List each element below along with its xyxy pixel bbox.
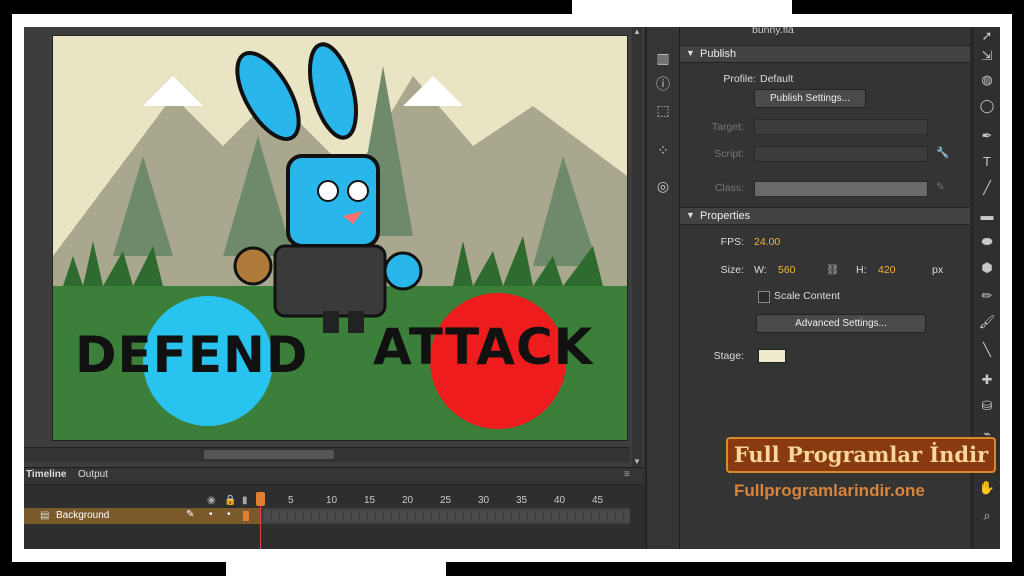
frame-number: 25	[440, 495, 452, 506]
transform-icon[interactable]: ⬚	[654, 101, 672, 119]
size-label: Size:	[720, 264, 744, 276]
frame-number: 45	[592, 495, 604, 506]
class-label: Class:	[714, 182, 744, 194]
target-select[interactable]	[754, 119, 928, 135]
advanced-settings-button[interactable]: Advanced Settings...	[756, 314, 926, 333]
units-label: px	[932, 264, 944, 276]
defend-label: DEFEND	[75, 326, 309, 384]
oval-icon[interactable]: ⬬	[978, 233, 996, 251]
polystar-icon[interactable]: ⬢	[978, 259, 996, 277]
subselection-icon[interactable]: ⇲	[978, 47, 996, 65]
line-icon[interactable]: ╱	[978, 179, 996, 197]
timeline-tabs: Timeline Output ≡	[24, 468, 644, 485]
edit-class-icon[interactable]: ✎	[936, 181, 945, 193]
tab-output[interactable]: Output	[78, 469, 108, 480]
profile-label: Profile:	[723, 73, 756, 85]
lock-dot-icon[interactable]: •	[227, 509, 231, 520]
stage-horizontal-scrollbar[interactable]	[24, 447, 630, 462]
publish-settings-button[interactable]: Publish Settings...	[754, 89, 866, 108]
layer-name: Background	[56, 510, 110, 521]
frame-number: 15	[364, 495, 376, 506]
stage-canvas[interactable]: DEFEND ATTACK	[52, 35, 628, 441]
rectangle-icon[interactable]: ▬	[978, 207, 996, 225]
width-label: W:	[754, 264, 767, 276]
cc-libraries-icon[interactable]: ◎	[654, 177, 672, 195]
script-select[interactable]	[754, 146, 928, 162]
stage-color-swatch[interactable]	[758, 349, 786, 363]
3d-rotation-icon[interactable]: ◍	[978, 71, 996, 89]
hand-icon[interactable]: ✋	[978, 479, 996, 497]
panel-menu-icon[interactable]: ≡	[624, 469, 630, 480]
selection-icon[interactable]: ➚	[978, 27, 996, 45]
attack-label: ATTACK	[373, 318, 594, 376]
height-value[interactable]: 420	[878, 264, 896, 276]
paint-brush-icon[interactable]: 🖌	[978, 313, 996, 331]
stage-vertical-scrollbar[interactable]: ▲ ▼	[632, 27, 642, 467]
watermark-url: Fullprogramlarindir.one	[734, 481, 925, 500]
layer-color-swatch[interactable]	[243, 511, 249, 521]
properties-header-label: Properties	[700, 210, 751, 222]
frame-number: 30	[478, 495, 490, 506]
timeline-panel: Timeline Output ≡ ◉ 🔒 ▮ 1 5 10 15 20 25 …	[24, 467, 644, 549]
lock-icon[interactable]: 🔒	[224, 495, 236, 506]
playhead[interactable]	[256, 492, 265, 506]
info-icon[interactable]: ⓘ	[654, 75, 672, 93]
color-icon[interactable]: ⁘	[654, 141, 672, 159]
publish-section-header[interactable]: ▼ Publish	[680, 45, 970, 63]
scroll-down-icon[interactable]: ▼	[632, 457, 642, 467]
frame-top-tab	[572, 0, 792, 14]
bone-icon[interactable]: ✚	[978, 371, 996, 389]
stage-area: DEFEND ATTACK ▲ ▼	[24, 27, 644, 467]
lasso-icon[interactable]: ◯	[978, 97, 996, 115]
profile-value: Default	[760, 73, 794, 85]
frame-number: 5	[288, 495, 294, 506]
script-label: Script:	[714, 148, 744, 160]
tab-timeline[interactable]: Timeline	[26, 469, 66, 480]
text-icon[interactable]: T	[978, 153, 996, 171]
frame-number: 35	[516, 495, 528, 506]
frame-number: 10	[326, 495, 338, 506]
height-label: H:	[856, 264, 867, 276]
layer-icon: ▤	[40, 510, 50, 521]
scale-content-checkbox[interactable]	[758, 291, 770, 303]
frame-bottom-tab	[226, 562, 446, 576]
publish-header-label: Publish	[700, 48, 737, 60]
frame-number: 40	[554, 495, 566, 506]
eye-icon[interactable]: ◉	[207, 495, 216, 506]
properties-section-header[interactable]: ▼ Properties	[680, 207, 970, 225]
pencil-icon[interactable]: ✏	[978, 287, 996, 305]
link-constrain-icon[interactable]: ⛓	[826, 263, 839, 276]
outline-icon[interactable]: ▮	[242, 495, 248, 506]
target-label: Target:	[711, 121, 744, 133]
frame-cells[interactable]	[264, 510, 630, 522]
panel-icon-strip: ▥ ⓘ ⬚ ⁘ ◎	[646, 27, 680, 549]
stage-label: Stage:	[713, 350, 744, 362]
scroll-up-icon[interactable]: ▲	[632, 27, 642, 37]
watermark-logo: Full Programlar İndir	[726, 437, 996, 473]
layer-name-cell[interactable]: ▤ Background ✎ • •	[24, 508, 260, 524]
collapse-triangle-icon: ▼	[686, 48, 695, 58]
class-field[interactable]	[754, 181, 928, 197]
document-filename: bunny.fla	[752, 27, 794, 36]
zoom-icon[interactable]: ⌕	[978, 507, 996, 525]
pencil-icon[interactable]: ✎	[186, 509, 194, 520]
width-value[interactable]: 560	[778, 264, 796, 276]
paint-bucket-icon[interactable]: ⛁	[978, 397, 996, 415]
pen-icon[interactable]: ✒	[978, 127, 996, 145]
scale-content-label: Scale Content	[774, 290, 840, 302]
library-icon[interactable]: ▥	[654, 49, 672, 67]
frame-number: 20	[402, 495, 414, 506]
fps-label: FPS:	[720, 236, 744, 248]
scroll-thumb[interactable]	[204, 450, 334, 459]
visible-dot-icon[interactable]: •	[209, 509, 213, 520]
brush-icon[interactable]: ╲	[978, 341, 996, 359]
collapse-triangle-icon: ▼	[686, 210, 695, 220]
wrench-icon[interactable]: 🔧	[936, 146, 949, 159]
fps-value[interactable]: 24.00	[754, 236, 780, 248]
